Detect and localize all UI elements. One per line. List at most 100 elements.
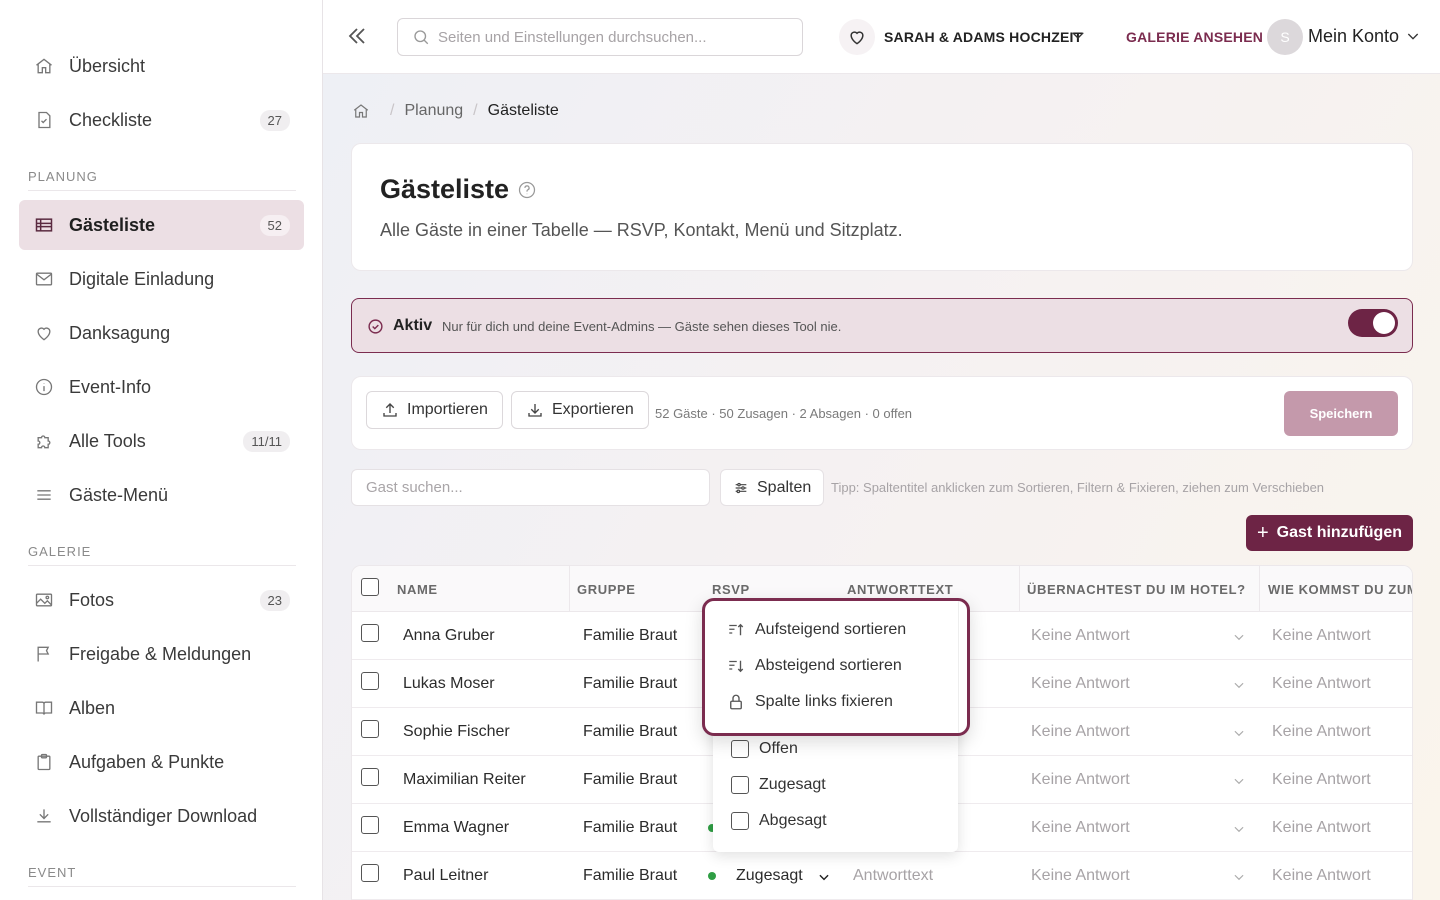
- sort-descending-item[interactable]: Absteigend sortieren: [727, 657, 902, 675]
- guest-name[interactable]: Emma Wagner: [403, 819, 509, 837]
- global-search-input[interactable]: Seiten und Einstellungen durchsuchen...: [397, 18, 803, 56]
- heart-icon: [33, 322, 55, 344]
- collapse-sidebar-icon[interactable]: [345, 24, 369, 48]
- hotel-select[interactable]: Keine Antwort: [1031, 627, 1130, 645]
- sidebar-item-label: Fotos: [69, 589, 115, 610]
- filter-checkbox[interactable]: [731, 740, 749, 758]
- sliders-icon: [733, 480, 749, 496]
- row-checkbox[interactable]: [361, 768, 379, 786]
- home-icon[interactable]: [352, 102, 370, 120]
- sidebar-item-freigabe-meldungen[interactable]: Freigabe & Meldungen: [19, 629, 304, 679]
- export-button[interactable]: Exportieren: [511, 391, 649, 429]
- view-gallery-link[interactable]: GALERIE ANSEHEN: [1126, 29, 1263, 45]
- chevron-down-icon[interactable]: [1232, 822, 1246, 836]
- sidebar-item-checkliste[interactable]: Checkliste 27: [19, 95, 304, 145]
- sidebar-item-fotos[interactable]: Fotos 23: [19, 575, 304, 625]
- travel-select[interactable]: Keine Antwort: [1272, 819, 1371, 837]
- sort-ascending-item[interactable]: Aufsteigend sortieren: [727, 621, 906, 639]
- row-checkbox[interactable]: [361, 864, 379, 882]
- chevron-down-icon[interactable]: [1232, 870, 1246, 884]
- tool-active-banner: Aktiv Nur für dich und deine Event-Admin…: [351, 298, 1413, 353]
- column-header-travel[interactable]: WIE KOMMST DU ZUM: [1268, 582, 1412, 597]
- row-checkbox[interactable]: [361, 720, 379, 738]
- guest-name[interactable]: Maximilian Reiter: [403, 771, 526, 789]
- chevron-down-icon[interactable]: [817, 870, 831, 884]
- travel-select[interactable]: Keine Antwort: [1272, 627, 1371, 645]
- import-button[interactable]: Importieren: [366, 391, 503, 429]
- sidebar-item-event-info[interactable]: Event-Info: [19, 362, 304, 412]
- avatar[interactable]: S: [1267, 19, 1303, 55]
- filter-checkbox[interactable]: [731, 812, 749, 830]
- guest-group[interactable]: Familie Braut: [583, 819, 677, 837]
- chevron-down-icon[interactable]: [1232, 678, 1246, 692]
- sidebar-item-label: Danksagung: [69, 322, 171, 343]
- guest-group[interactable]: Familie Braut: [583, 627, 677, 645]
- column-header-answer[interactable]: ANTWORTTEXT: [847, 582, 953, 597]
- rsvp-filter-abgesagt[interactable]: Abgesagt: [731, 812, 827, 830]
- account-menu[interactable]: Mein Konto: [1308, 26, 1399, 47]
- select-all-checkbox[interactable]: [361, 578, 379, 596]
- travel-select[interactable]: Keine Antwort: [1272, 771, 1371, 789]
- columns-button[interactable]: Spalten: [720, 469, 825, 506]
- row-checkbox[interactable]: [361, 624, 379, 642]
- help-icon[interactable]: [517, 180, 537, 200]
- row-checkbox[interactable]: [361, 672, 379, 690]
- hotel-select[interactable]: Keine Antwort: [1031, 675, 1130, 693]
- travel-select[interactable]: Keine Antwort: [1272, 867, 1371, 885]
- guest-name[interactable]: Lukas Moser: [403, 675, 495, 693]
- lock-icon: [727, 693, 745, 711]
- rsvp-filter-offen[interactable]: Offen: [731, 740, 798, 758]
- hotel-select[interactable]: Keine Antwort: [1031, 867, 1130, 885]
- column-header-group[interactable]: GRUPPE: [577, 582, 636, 597]
- column-header-hotel[interactable]: ÜBERNACHTEST DU IM HOTEL?: [1027, 582, 1246, 597]
- sidebar-item-uebersicht[interactable]: Übersicht: [19, 41, 304, 91]
- guest-group[interactable]: Familie Braut: [583, 867, 677, 885]
- row-checkbox[interactable]: [361, 816, 379, 834]
- count-badge: 27: [259, 109, 290, 131]
- sidebar-item-gaesteliste[interactable]: Gästeliste 52: [19, 200, 304, 250]
- sidebar-item-alle-tools[interactable]: Alle Tools 11/11: [19, 416, 304, 466]
- chevron-down-icon[interactable]: [1069, 26, 1087, 44]
- chevron-down-icon[interactable]: [1405, 28, 1421, 44]
- hotel-select[interactable]: Keine Antwort: [1031, 819, 1130, 837]
- guest-name[interactable]: Sophie Fischer: [403, 723, 510, 741]
- guest-search-input[interactable]: Gast suchen...: [351, 469, 710, 506]
- guest-name[interactable]: Paul Leitner: [403, 867, 488, 885]
- heart-icon: [839, 19, 875, 55]
- page-header-card: Gästeliste Alle Gäste in einer Tabelle —…: [351, 143, 1413, 271]
- breadcrumb-planung[interactable]: Planung: [404, 102, 463, 120]
- pin-column-left-item[interactable]: Spalte links fixieren: [727, 693, 893, 711]
- sidebar-item-gaeste-menue[interactable]: Gäste-Menü: [19, 470, 304, 520]
- guest-group[interactable]: Familie Braut: [583, 723, 677, 741]
- active-toggle[interactable]: [1348, 309, 1398, 337]
- guest-group[interactable]: Familie Braut: [583, 771, 677, 789]
- hotel-select[interactable]: Keine Antwort: [1031, 771, 1130, 789]
- sidebar-item-label: Freigabe & Meldungen: [69, 643, 252, 664]
- guest-name[interactable]: Anna Gruber: [403, 627, 495, 645]
- image-icon: [33, 589, 55, 611]
- travel-select[interactable]: Keine Antwort: [1272, 675, 1371, 693]
- travel-select[interactable]: Keine Antwort: [1272, 723, 1371, 741]
- event-switcher[interactable]: SARAH & ADAMS HOCHZEIT: [884, 29, 1082, 45]
- hotel-select[interactable]: Keine Antwort: [1031, 723, 1130, 741]
- guest-group[interactable]: Familie Braut: [583, 675, 677, 693]
- column-header-name[interactable]: NAME: [397, 582, 438, 597]
- count-badge: 11/11: [243, 430, 290, 452]
- add-guest-button[interactable]: + Gast hinzufügen: [1246, 515, 1413, 551]
- table-row[interactable]: Paul Leitner Familie Braut Zugesagt Antw…: [352, 852, 1412, 900]
- active-label: Aktiv: [393, 317, 433, 334]
- save-button[interactable]: Speichern: [1284, 391, 1398, 436]
- rsvp-filter-zugesagt[interactable]: Zugesagt: [731, 776, 826, 794]
- rsvp-select[interactable]: Zugesagt: [736, 867, 803, 885]
- sidebar-item-vollstaendiger-download[interactable]: Vollständiger Download: [19, 791, 304, 841]
- column-header-rsvp[interactable]: RSVP: [712, 582, 750, 597]
- answer-text-input[interactable]: Antworttext: [853, 867, 933, 885]
- sidebar-item-aufgaben-punkte[interactable]: Aufgaben & Punkte: [19, 737, 304, 787]
- chevron-down-icon[interactable]: [1232, 630, 1246, 644]
- sidebar-item-digitale-einladung[interactable]: Digitale Einladung: [19, 254, 304, 304]
- sidebar-item-danksagung[interactable]: Danksagung: [19, 308, 304, 358]
- filter-checkbox[interactable]: [731, 776, 749, 794]
- chevron-down-icon[interactable]: [1232, 774, 1246, 788]
- sidebar-item-alben[interactable]: Alben: [19, 683, 304, 733]
- chevron-down-icon[interactable]: [1232, 726, 1246, 740]
